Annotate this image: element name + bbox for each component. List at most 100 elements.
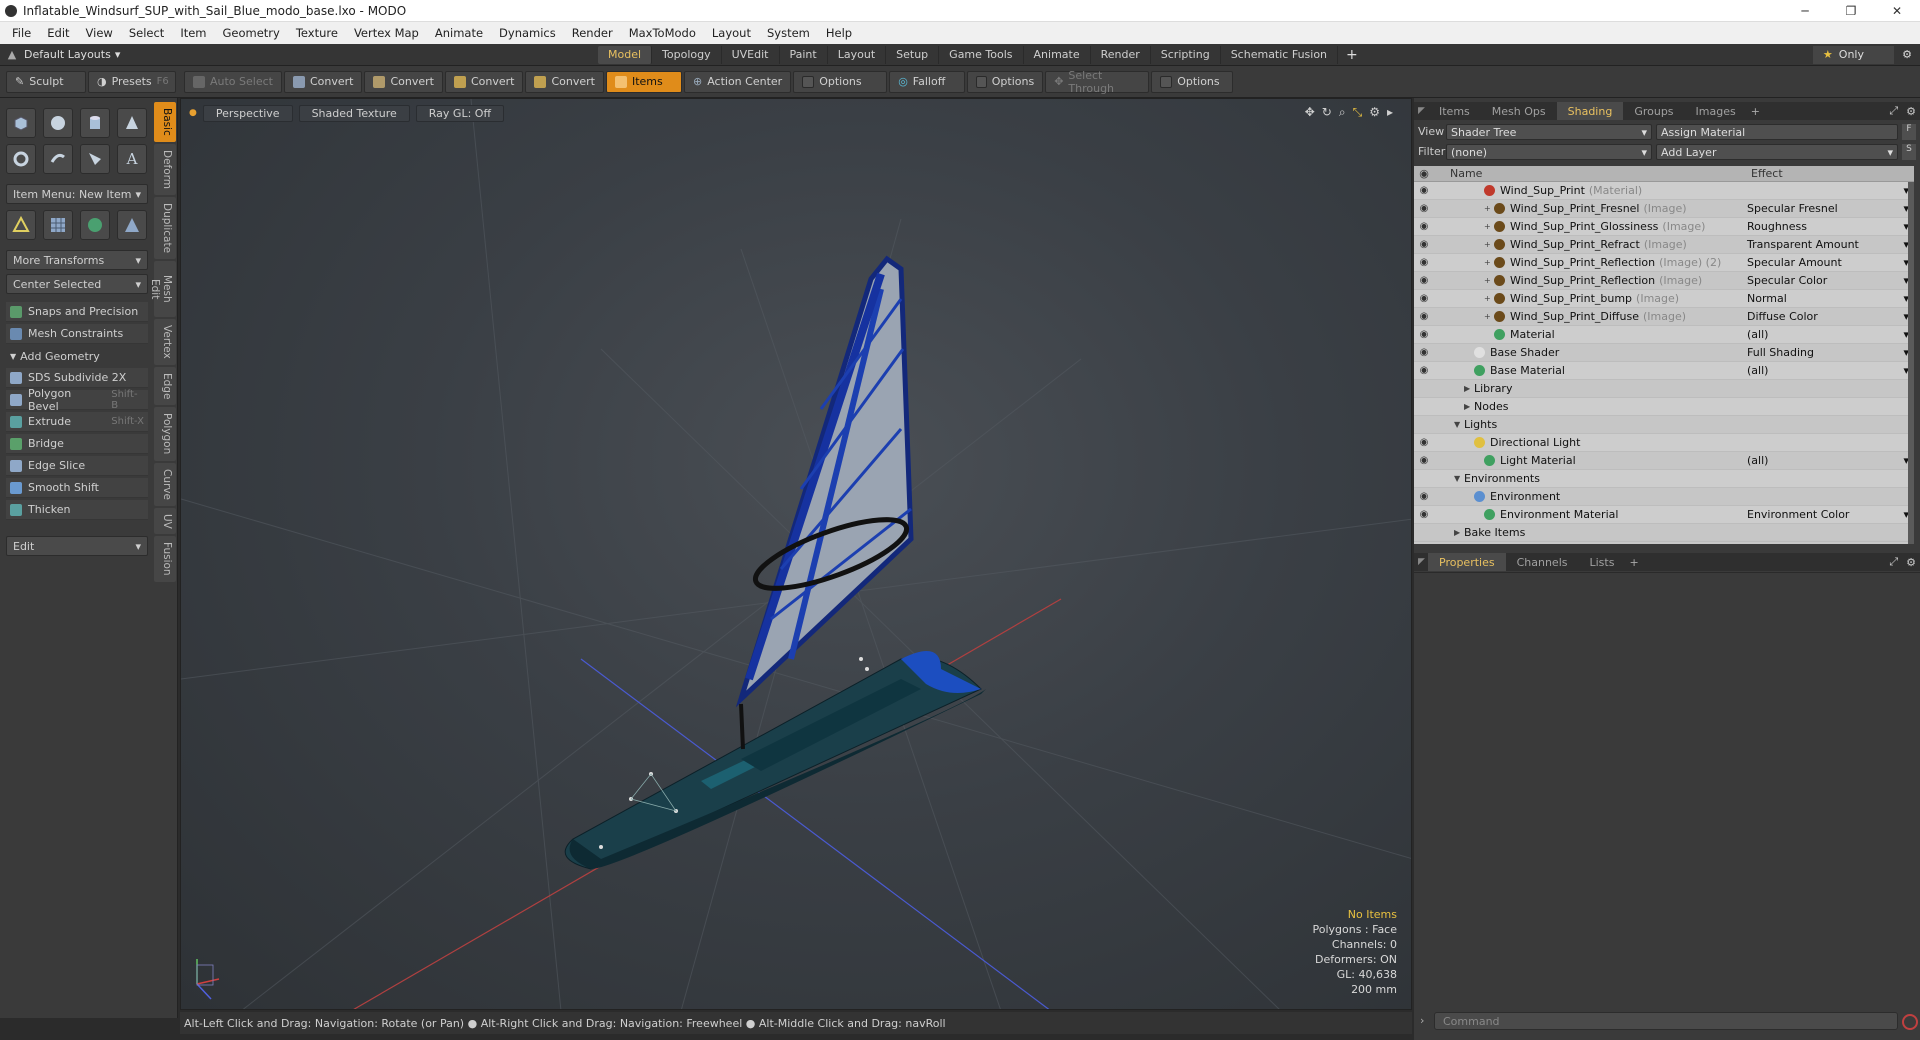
tab-mesh-ops[interactable]: Mesh Ops: [1481, 102, 1557, 120]
effect-column-header[interactable]: Effect: [1747, 167, 1783, 180]
restore-icon[interactable]: ❐: [1828, 0, 1874, 22]
edit-dropdown[interactable]: Edit ▾: [6, 536, 148, 556]
convert-edges-button[interactable]: Convert: [364, 70, 443, 93]
expand-properties-icon[interactable]: ⤢: [1885, 555, 1902, 569]
row-effect-cell[interactable]: (all) ▾: [1747, 364, 1909, 377]
shader-tree-row[interactable]: ◉ + Wind_Sup_Print_Reflection (Image) (2) Sp…: [1414, 254, 1914, 272]
viewport-gear-icon[interactable]: ⚙: [1369, 105, 1380, 120]
layout-preset-dropdown[interactable]: Default Layouts ▾: [24, 48, 598, 61]
grid-tool-icon[interactable]: [43, 210, 73, 240]
auto-select-button[interactable]: Auto Select: [184, 70, 282, 93]
panel-menu-icon[interactable]: ◤: [1414, 106, 1428, 116]
sds-subdivide-button[interactable]: SDS Subdivide 2X: [6, 368, 148, 388]
torus-icon[interactable]: [6, 144, 36, 174]
tab-properties[interactable]: Properties: [1428, 553, 1506, 571]
shader-tree-row[interactable]: ▼ Lights: [1414, 416, 1914, 434]
fit-icon[interactable]: ⤡: [1353, 105, 1363, 120]
action-center-options-button[interactable]: Options: [793, 70, 888, 93]
assign-material-button[interactable]: Assign Material: [1656, 124, 1898, 140]
shader-tree-row[interactable]: ▼ Environments: [1414, 470, 1914, 488]
menu-system[interactable]: System: [759, 26, 818, 40]
view-dropdown[interactable]: Shader Tree ▾: [1446, 124, 1652, 140]
sphere-icon[interactable]: [43, 108, 73, 138]
expand-arrow-icon[interactable]: ▼: [1454, 420, 1464, 429]
shader-tree-row[interactable]: ▶ Library: [1414, 380, 1914, 398]
eye-icon[interactable]: ◉: [1414, 203, 1434, 214]
tab-render[interactable]: Render: [1091, 45, 1151, 64]
perspective-dropdown[interactable]: Perspective: [202, 104, 293, 122]
shader-tree-row[interactable]: ◉ + Wind_Sup_Print_Refract (Image) Transpare…: [1414, 236, 1914, 254]
shader-tree-row[interactable]: ▶ Nodes: [1414, 398, 1914, 416]
menu-vertex-map[interactable]: Vertex Map: [346, 26, 427, 40]
falloff-button[interactable]: ◎ Falloff: [889, 70, 966, 93]
shader-tree-row[interactable]: ◉ + Wind_Sup_Print_Glossiness (Image) Roughn…: [1414, 218, 1914, 236]
extrude-button[interactable]: Extrude Shift-X: [6, 412, 148, 432]
expand-arrow-icon[interactable]: ▶: [1464, 402, 1474, 411]
row-effect-cell[interactable]: Roughness ▾: [1747, 220, 1909, 233]
vtab-polygon[interactable]: Polygon: [154, 407, 176, 461]
snaps-precision-button[interactable]: Snaps and Precision: [6, 302, 148, 322]
action-center-button[interactable]: ⊕ Action Center: [683, 70, 792, 93]
vtab-duplicate[interactable]: Duplicate: [154, 196, 176, 259]
row-effect-cell[interactable]: Specular Color ▾: [1747, 274, 1909, 287]
menu-layout[interactable]: Layout: [704, 26, 759, 40]
menu-maxtomodo[interactable]: MaxToModo: [621, 26, 704, 40]
presets-button[interactable]: ◑ Presets F6: [88, 70, 176, 93]
shader-tree-row[interactable]: ◉ Wind_Sup_Print (Material) ▾: [1414, 182, 1914, 200]
vtab-deform[interactable]: Deform: [154, 143, 176, 195]
viewport-menu-icon[interactable]: ●: [189, 108, 197, 118]
gear-icon[interactable]: ⚙: [1894, 48, 1920, 61]
expand-panel-icon[interactable]: ⤢: [1885, 104, 1902, 118]
select-options-button[interactable]: Options: [1151, 70, 1234, 93]
bridge-button[interactable]: Bridge: [6, 434, 148, 454]
tab-layout[interactable]: Layout: [828, 45, 887, 64]
expand-arrow-icon[interactable]: ▶: [1454, 528, 1464, 537]
shader-tree-row[interactable]: ◉ Environment: [1414, 488, 1914, 506]
convert-polygons-button[interactable]: Convert: [444, 70, 524, 93]
cube-icon[interactable]: [6, 108, 36, 138]
vtab-fusion[interactable]: Fusion: [154, 536, 176, 582]
expand-arrow-icon[interactable]: ▶: [1464, 384, 1474, 393]
expand-arrow-icon[interactable]: ▼: [1454, 474, 1464, 483]
row-effect-cell[interactable]: Full Shading ▾: [1747, 346, 1909, 359]
row-effect-cell[interactable]: (all) ▾: [1747, 454, 1909, 467]
menu-geometry[interactable]: Geometry: [215, 26, 288, 40]
menu-item[interactable]: Item: [172, 26, 214, 40]
shader-tree-row[interactable]: ◉ Material (all) ▾: [1414, 326, 1914, 344]
layout-collapse-icon[interactable]: ▲: [0, 48, 24, 61]
vtab-curve[interactable]: Curve: [154, 462, 176, 506]
shader-tree-row[interactable]: ◉ + Wind_Sup_Print_Diffuse (Image) Diffuse C…: [1414, 308, 1914, 326]
plus-icon[interactable]: +: [1484, 204, 1494, 213]
smooth-shift-button[interactable]: Smooth Shift: [6, 478, 148, 498]
more-transforms-dropdown[interactable]: More Transforms ▾: [6, 250, 148, 270]
panel-gear-icon[interactable]: ⚙: [1902, 105, 1920, 118]
tab-setup[interactable]: Setup: [886, 45, 940, 64]
plus-icon[interactable]: +: [1484, 258, 1494, 267]
vtab-mesh-edit[interactable]: Mesh Edit: [149, 260, 176, 318]
eye-icon[interactable]: ◉: [1414, 455, 1434, 466]
plus-icon[interactable]: +: [1484, 312, 1494, 321]
menu-dynamics[interactable]: Dynamics: [491, 26, 564, 40]
vtab-basic[interactable]: Basic: [154, 102, 176, 142]
shader-tree-row[interactable]: ◉ + Wind_Sup_Print_Reflection (Image) Specul…: [1414, 272, 1914, 290]
properties-menu-icon[interactable]: ◤: [1414, 557, 1428, 567]
row-effect-cell[interactable]: Normal ▾: [1747, 292, 1909, 305]
tab-topology[interactable]: Topology: [652, 45, 722, 64]
shader-tree-row[interactable]: ◉ Environment Material Environment Color ▾: [1414, 506, 1914, 524]
plus-icon[interactable]: +: [1484, 222, 1494, 231]
row-effect-cell[interactable]: ▾: [1747, 184, 1909, 197]
row-effect-cell[interactable]: (all) ▾: [1747, 328, 1909, 341]
eye-icon[interactable]: ◉: [1414, 347, 1434, 358]
eye-icon[interactable]: ◉: [1414, 221, 1434, 232]
zoom-icon[interactable]: ⌕: [1339, 105, 1346, 120]
convert-items-button[interactable]: Convert: [525, 70, 604, 93]
plus-icon[interactable]: +: [1484, 276, 1494, 285]
cylinder-icon[interactable]: [80, 108, 110, 138]
command-input[interactable]: Command: [1434, 1012, 1898, 1030]
viewport-more-icon[interactable]: ▸: [1387, 105, 1393, 120]
close-icon[interactable]: ✕: [1874, 0, 1920, 22]
row-effect-cell[interactable]: Specular Fresnel ▾: [1747, 202, 1909, 215]
menu-file[interactable]: File: [4, 26, 39, 40]
f-toggle[interactable]: F: [1902, 124, 1916, 140]
pan-icon[interactable]: ✥: [1305, 105, 1315, 120]
